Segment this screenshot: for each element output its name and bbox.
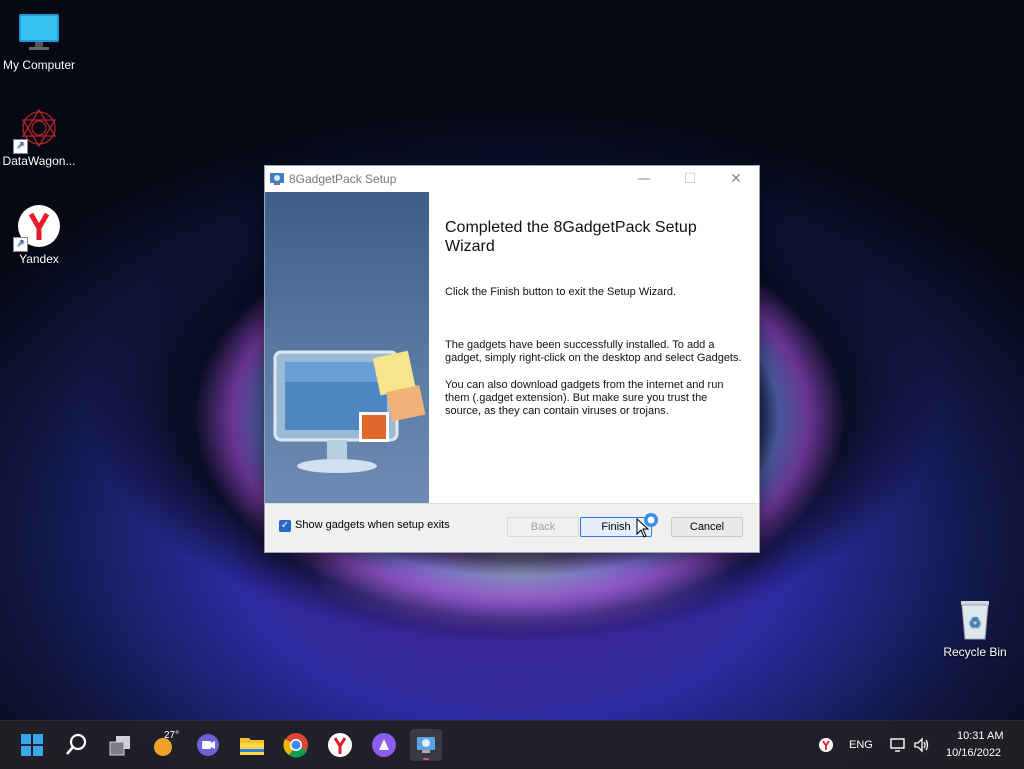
back-button: Back: [507, 517, 579, 537]
network-icon[interactable]: [889, 736, 907, 754]
setup-app-icon: [270, 172, 284, 186]
desktop-icon-my-computer[interactable]: My Computer: [1, 10, 77, 72]
yandex-tray-icon[interactable]: [818, 737, 834, 753]
monitor-icon: [17, 10, 61, 54]
weather-icon[interactable]: 27°: [148, 729, 180, 761]
file-explorer-icon[interactable]: [236, 729, 268, 761]
wizard-content: Completed the 8GadgetPack Setup Wizard C…: [429, 192, 759, 503]
show-gadgets-checkbox[interactable]: ✓: [279, 520, 291, 532]
shortcut-arrow-icon: ↗: [13, 237, 28, 252]
wizard-paragraph-installed: The gadgets have been successfully insta…: [445, 339, 742, 364]
yandex-icon[interactable]: [324, 729, 356, 761]
wizard-paragraph-finish: Click the Finish button to exit the Setu…: [445, 286, 677, 298]
desktop-icon-label: Recycle Bin: [943, 645, 1007, 659]
weather-temperature: 27°: [164, 730, 180, 741]
mouse-cursor-icon: [636, 517, 650, 538]
maximize-button: ☐: [683, 171, 697, 187]
desktop-icon-recycle-bin[interactable]: ♻ Recycle Bin: [937, 597, 1013, 659]
recycle-bin-icon: ♻: [953, 597, 997, 641]
yandex-browser-icon: ↗: [13, 204, 61, 252]
desktop-icon-yandex[interactable]: ↗ Yandex: [1, 204, 77, 266]
task-view-icon[interactable]: [104, 729, 136, 761]
window-title: 8GadgetPack Setup: [289, 172, 397, 186]
svg-text:♻: ♻: [969, 615, 982, 631]
wizard-footer: ✓ Show gadgets when setup exits Back Fin…: [265, 504, 759, 552]
search-icon[interactable]: [60, 729, 92, 761]
clock-date[interactable]: 10/16/2022: [946, 747, 1001, 759]
close-button[interactable]: ✕: [713, 166, 759, 192]
desktop-icon-label: My Computer: [2, 58, 76, 72]
wizard-heading: Completed the 8GadgetPack Setup Wizard: [445, 219, 697, 255]
desktop-icon-datawagon[interactable]: ↗ DataWagon...: [1, 106, 77, 168]
alice-icon[interactable]: [368, 729, 400, 761]
cancel-button[interactable]: Cancel: [671, 517, 743, 537]
setup-dialog: 8GadgetPack Setup — ☐ ✕ Completed the 8G…: [264, 165, 760, 553]
language-indicator[interactable]: ENG: [849, 739, 873, 751]
title-bar[interactable]: 8GadgetPack Setup — ☐ ✕: [265, 166, 759, 192]
monitor-illustration-icon: [273, 350, 426, 473]
datawagon-logo-icon: ↗: [13, 106, 61, 154]
minimize-button[interactable]: —: [621, 166, 667, 192]
chrome-icon[interactable]: [280, 729, 312, 761]
wizard-sidebar-image: [265, 192, 429, 503]
desktop-icon-label: Yandex: [19, 252, 59, 266]
meet-icon[interactable]: [192, 729, 224, 761]
shortcut-arrow-icon: ↗: [13, 139, 28, 154]
start-icon[interactable]: [16, 729, 48, 761]
clock-time[interactable]: 10:31 AM: [957, 730, 1003, 742]
setup-app-icon[interactable]: [410, 729, 442, 761]
show-gadgets-label[interactable]: Show gadgets when setup exits: [295, 519, 450, 531]
wizard-paragraph-download: You can also download gadgets from the i…: [445, 379, 724, 417]
volume-icon[interactable]: [913, 736, 931, 754]
desktop-icon-label: DataWagon...: [2, 154, 76, 168]
taskbar: 27° ENG 10:31 AM 10/16/2022: [0, 720, 1024, 769]
